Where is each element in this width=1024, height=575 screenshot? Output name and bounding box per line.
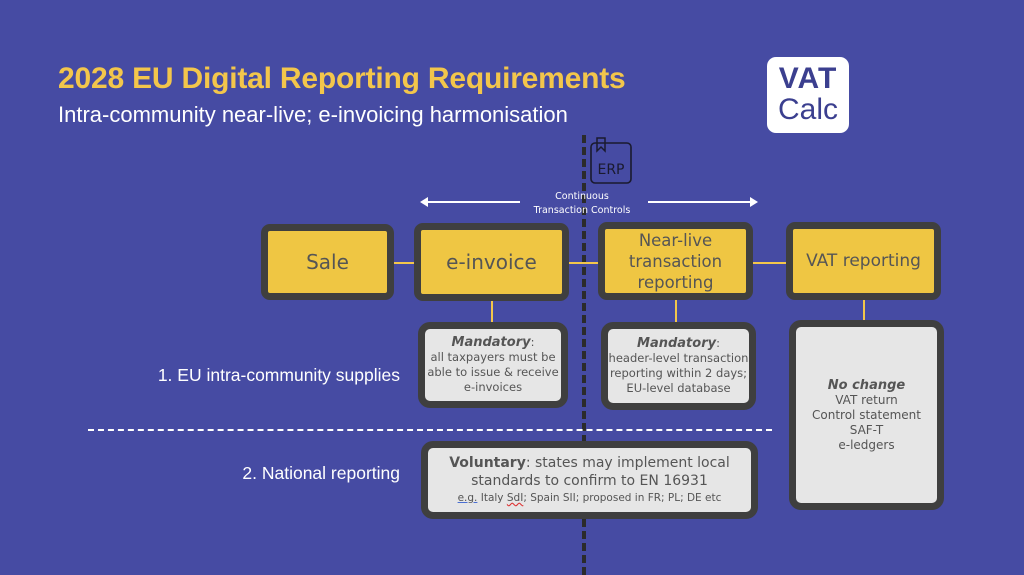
arrow-left-line (426, 201, 520, 203)
step-near-live-reporting: Near-live transaction reporting (598, 222, 753, 300)
arrow-left-icon (420, 197, 428, 207)
erp-book-icon: ERP (590, 137, 632, 184)
detail-einvoice-line: able to issue & receive (427, 365, 559, 379)
detail-einvoice-heading: Mandatory: (451, 335, 535, 350)
connector-sale-einvoice (394, 262, 414, 264)
arrow-right-line (648, 201, 752, 203)
detail-vat-heading: No change (827, 377, 906, 393)
detail-national-examples: e.g. Italy SdI; Spain SII; proposed in F… (457, 492, 722, 504)
detail-near-live: Mandatory: header-level transaction repo… (601, 322, 756, 410)
step-sale: Sale (261, 224, 394, 300)
detail-national-line2: standards to confirm to EN 16931 (471, 473, 708, 489)
detail-near-live-line: EU-level database (626, 381, 731, 395)
detail-near-live-heading: Mandatory: (637, 336, 720, 351)
step-vat-reporting: VAT reporting (786, 222, 941, 300)
row-label-national: 2. National reporting (242, 463, 400, 483)
arrow-right-icon (750, 197, 758, 207)
detail-vat-line: VAT return (835, 392, 898, 407)
detail-einvoice-line: all taxpayers must be (430, 350, 556, 364)
logo-line1: VAT (778, 62, 838, 95)
detail-vat-line: SAF-T (849, 422, 884, 437)
detail-vat-line: Control statement (812, 407, 921, 422)
detail-einvoice-line: e-invoices (463, 380, 523, 394)
erp-label: ERP (597, 162, 624, 178)
connector-vat-detail (863, 300, 865, 320)
row-divider (88, 429, 772, 431)
connector-nearlive-detail (675, 300, 677, 322)
ctc-label-line2: Transaction Controls (533, 205, 631, 216)
page-subtitle: Intra-community near-live; e-invoicing h… (58, 102, 568, 127)
ctc-label: Continuous Transaction Controls (520, 190, 644, 218)
detail-vat-line: e-ledgers (838, 437, 895, 452)
row-label-eu-supplies: 1. EU intra-community supplies (157, 365, 400, 385)
logo-line2: Calc (777, 93, 838, 126)
detail-near-live-line: header-level transaction (608, 351, 749, 365)
connector-nearlive-vat (753, 262, 786, 264)
detail-vat-reporting: No change VAT return Control statement S… (789, 320, 944, 510)
ctc-label-line1: Continuous (555, 191, 609, 202)
connector-einvoice-detail (491, 301, 493, 322)
step-einvoice: e-invoice (414, 223, 569, 301)
detail-near-live-line: reporting within 2 days; (609, 366, 748, 380)
vatcalc-logo: VAT Calc (767, 57, 849, 133)
detail-national: Voluntary: states may implement local st… (421, 441, 758, 519)
page-title: 2028 EU Digital Reporting Requirements (58, 62, 626, 95)
detail-einvoice: Mandatory: all taxpayers must be able to… (418, 322, 568, 408)
detail-national-line1: Voluntary: states may implement local (449, 455, 730, 471)
connector-einvoice-nearlive (569, 262, 598, 264)
